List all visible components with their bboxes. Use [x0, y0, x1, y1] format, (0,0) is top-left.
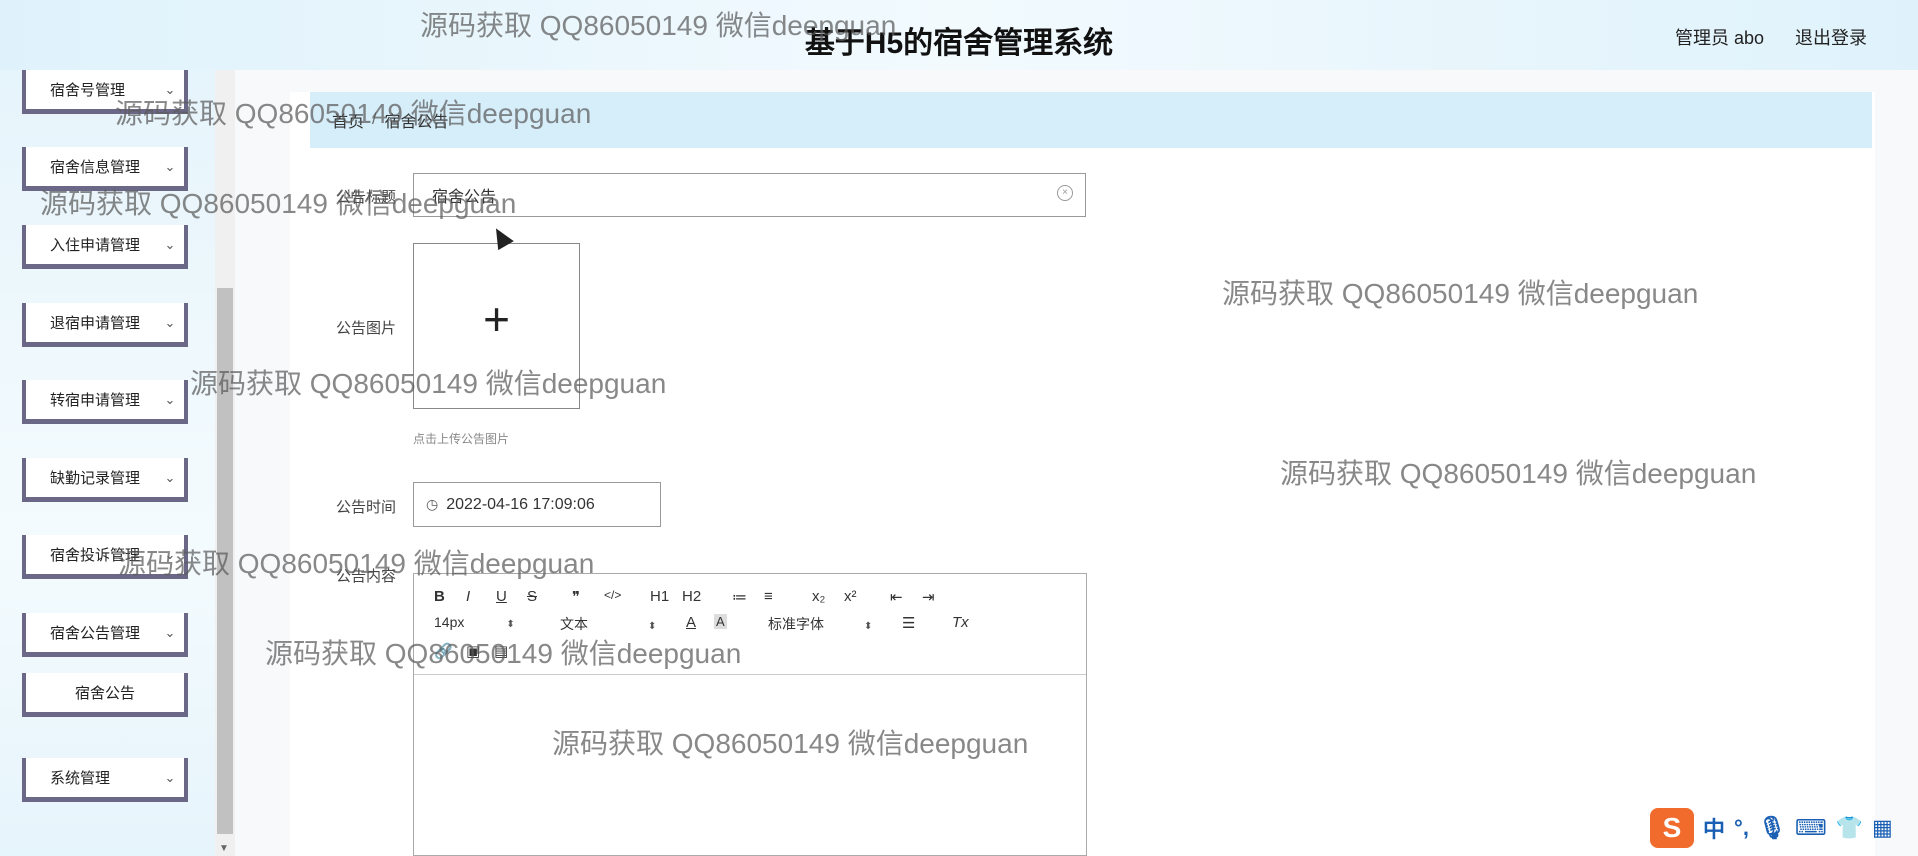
- chevron-down-icon: ⌄: [164, 546, 176, 562]
- select-caret-icon: ⬍: [648, 621, 657, 632]
- sidebar: 宿舍号管理 ⌄ 宿舍信息管理 ⌄ 入住申请管理 ⌄ 退宿申请管理 ⌄ 转宿申请管…: [0, 70, 215, 856]
- sogou-logo-icon[interactable]: S: [1650, 808, 1694, 848]
- image-icon[interactable]: ▣: [466, 642, 480, 660]
- sidebar-item-label: 宿舍号管理: [50, 82, 126, 99]
- breadcrumb: 首页 / 宿舍公告: [310, 92, 1872, 148]
- rich-text-editor[interactable]: B I U S ❞ </> H1 H2 ≔ ≡ x₂ x² ⇤ ⇥ 14px ⬍ …: [413, 573, 1087, 856]
- font-size-select[interactable]: 14px ⬍: [434, 614, 515, 630]
- sidebar-item-checkin[interactable]: 入住申请管理 ⌄: [22, 225, 188, 269]
- sidebar-item-absence[interactable]: 缺勤记录管理 ⌄: [22, 458, 188, 502]
- chevron-down-icon: ⌄: [164, 314, 176, 330]
- sidebar-item-checkout[interactable]: 退宿申请管理 ⌄: [22, 303, 188, 347]
- toolbox-icon[interactable]: ▦: [1872, 815, 1893, 841]
- superscript-icon[interactable]: x²: [844, 588, 857, 605]
- select-caret-icon: ⬍: [506, 619, 515, 630]
- sidebar-item-room-number[interactable]: 宿舍号管理 ⌄: [22, 70, 188, 114]
- clear-format-icon[interactable]: Tx: [952, 614, 969, 631]
- font-family-value: 标准字体: [768, 616, 824, 632]
- background-color-icon[interactable]: A: [714, 614, 727, 629]
- sidebar-scrollbar[interactable]: ▼: [215, 70, 235, 856]
- link-icon[interactable]: 🔗: [434, 642, 453, 660]
- plus-icon: +: [483, 293, 510, 345]
- chevron-down-icon: ⌄: [164, 769, 176, 785]
- site-title: 基于H5的宿舍管理系统: [804, 27, 1114, 60]
- heading2-icon[interactable]: H2: [682, 588, 701, 605]
- chevron-down-icon: ⌄: [164, 81, 176, 97]
- punctuation-icon[interactable]: °,: [1734, 815, 1749, 841]
- content-label: 公告内容: [336, 568, 397, 585]
- breadcrumb-current: 宿舍公告: [384, 114, 449, 131]
- subscript-icon[interactable]: x₂: [812, 588, 825, 605]
- sidebar-item-room-info[interactable]: 宿舍信息管理 ⌄: [22, 147, 188, 191]
- sidebar-item-label: 宿舍投诉管理: [50, 547, 141, 564]
- text-style-select[interactable]: 文本 ⬍: [560, 614, 656, 634]
- breadcrumb-home[interactable]: 首页: [332, 108, 364, 132]
- sidebar-item-label: 宿舍信息管理: [50, 159, 141, 176]
- select-caret-icon: ⬍: [864, 621, 873, 632]
- admin-user-label: 管理员 abo: [1675, 28, 1765, 48]
- sidebar-item-label: 宿舍公告管理: [50, 625, 141, 642]
- scrollbar-thumb[interactable]: [217, 288, 233, 834]
- chevron-down-icon: ⌄: [164, 624, 176, 640]
- sidebar-item-label: 退宿申请管理: [50, 315, 141, 332]
- keyboard-icon[interactable]: ⌨: [1795, 815, 1827, 841]
- image-label: 公告图片: [336, 320, 397, 337]
- time-value: 2022-04-16 17:09:06: [446, 495, 595, 513]
- top-header: 基于H5的宿舍管理系统 管理员 abo 退出登录: [0, 0, 1918, 70]
- sidebar-subitem-notice[interactable]: 宿舍公告: [22, 673, 188, 717]
- bold-icon[interactable]: B: [434, 588, 445, 605]
- title-input[interactable]: 宿舍公告 ×: [413, 173, 1086, 217]
- chevron-down-icon: ⌄: [164, 158, 176, 174]
- ordered-list-icon[interactable]: ≔: [732, 588, 747, 606]
- outdent-icon[interactable]: ⇤: [890, 588, 903, 606]
- chevron-down-icon: ⌄: [164, 236, 176, 252]
- chinese-mode-icon[interactable]: 中: [1703, 812, 1725, 844]
- sidebar-item-label: 转宿申请管理: [50, 392, 141, 409]
- video-icon[interactable]: ▤: [494, 642, 508, 660]
- font-family-select[interactable]: 标准字体 ⬍: [768, 614, 872, 634]
- sidebar-item-transfer[interactable]: 转宿申请管理 ⌄: [22, 380, 188, 424]
- sidebar-item-label: 缺勤记录管理: [50, 470, 141, 487]
- editor-toolbar: B I U S ❞ </> H1 H2 ≔ ≡ x₂ x² ⇤ ⇥ 14px ⬍ …: [414, 574, 1086, 675]
- scroll-down-arrow-icon[interactable]: ▼: [219, 843, 229, 854]
- code-icon[interactable]: </>: [604, 588, 621, 602]
- sidebar-item-label: 入住申请管理: [50, 237, 141, 254]
- title-label: 公告标题: [336, 189, 397, 206]
- sidebar-item-label: 系统管理: [50, 770, 111, 787]
- chevron-down-icon: ⌄: [164, 391, 176, 407]
- logout-link[interactable]: 退出登录: [1795, 24, 1867, 50]
- italic-icon[interactable]: I: [466, 588, 470, 605]
- time-picker-input[interactable]: ◷ 2022-04-16 17:09:06: [413, 482, 661, 527]
- skin-icon[interactable]: 👕: [1836, 815, 1863, 841]
- upload-hint: 点击上传公告图片: [413, 432, 510, 446]
- time-label: 公告时间: [336, 499, 397, 516]
- chevron-down-icon: ⌄: [164, 469, 176, 485]
- title-input-value: 宿舍公告: [432, 189, 497, 206]
- ime-toolbar[interactable]: S 中 °, 🎙 ⌨ 👕 ▦: [1650, 808, 1893, 848]
- breadcrumb-separator: /: [372, 111, 377, 128]
- sidebar-item-label: 宿舍公告: [74, 685, 135, 702]
- image-upload-box[interactable]: +: [413, 243, 580, 409]
- clear-icon[interactable]: ×: [1057, 185, 1073, 201]
- strike-icon[interactable]: S: [527, 588, 537, 605]
- bullet-list-icon[interactable]: ≡: [764, 588, 773, 605]
- underline-icon[interactable]: U: [496, 588, 507, 605]
- font-color-icon[interactable]: A: [686, 614, 696, 631]
- sidebar-item-notice-mgmt[interactable]: 宿舍公告管理 ⌄: [22, 613, 188, 657]
- sidebar-item-system[interactable]: 系统管理 ⌄: [22, 758, 188, 802]
- indent-icon[interactable]: ⇥: [922, 588, 935, 606]
- sidebar-item-complaint[interactable]: 宿舍投诉管理 ⌄: [22, 535, 188, 579]
- heading1-icon[interactable]: H1: [650, 588, 669, 605]
- align-icon[interactable]: ☰: [902, 614, 915, 632]
- microphone-icon[interactable]: 🎙: [1758, 815, 1786, 841]
- text-style-value: 文本: [560, 616, 588, 632]
- blockquote-icon[interactable]: ❞: [572, 588, 580, 606]
- font-size-value: 14px: [434, 614, 465, 630]
- clock-icon: ◷: [426, 496, 439, 512]
